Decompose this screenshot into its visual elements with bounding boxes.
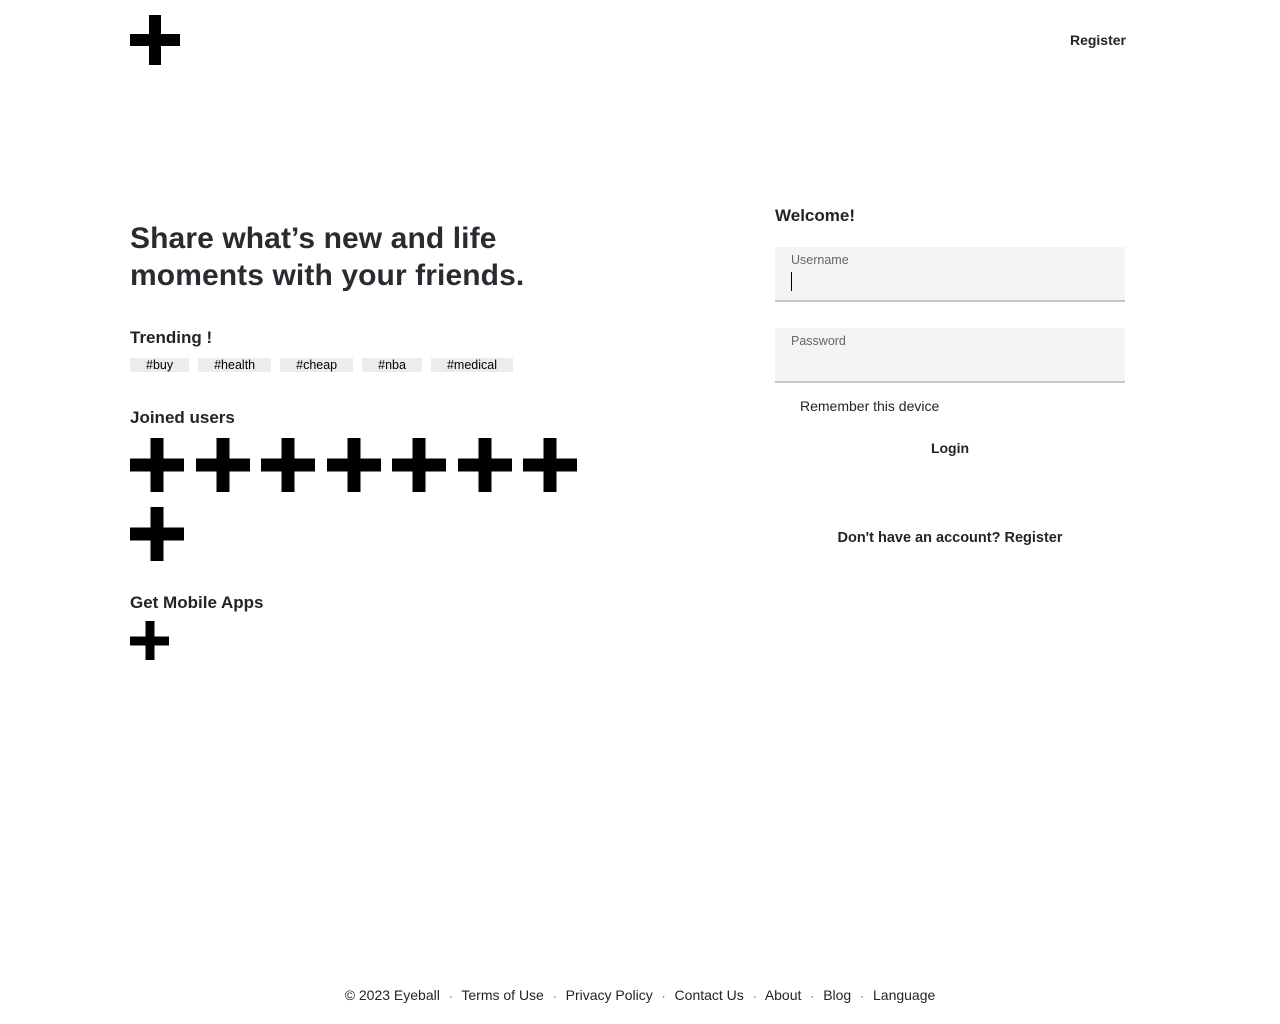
- plus-icon: [261, 438, 315, 492]
- footer-language-link[interactable]: Language: [873, 987, 935, 1003]
- header-register-link[interactable]: Register: [1070, 32, 1126, 48]
- plus-icon: [458, 438, 512, 492]
- password-field[interactable]: Password: [775, 328, 1125, 383]
- trending-title: Trending !: [130, 328, 213, 347]
- footer: © 2023 Eyeball · Terms of Use · Privacy …: [0, 987, 1280, 1003]
- footer-separator: ·: [448, 989, 453, 1003]
- hero-headline: Share what’s new and life moments with y…: [130, 222, 525, 292]
- footer-copyright: © 2023 Eyeball: [344, 987, 440, 1003]
- footer-contact-link[interactable]: Contact Us: [675, 987, 744, 1003]
- password-label: Password: [791, 334, 846, 348]
- mobile-apps-title: Get Mobile Apps: [130, 593, 264, 612]
- welcome-heading: Welcome!: [775, 206, 855, 225]
- plus-icon: [523, 438, 577, 492]
- user-avatar-link[interactable]: [523, 438, 577, 497]
- footer-separator: ·: [810, 989, 815, 1003]
- plus-icon: [130, 15, 180, 65]
- user-avatar-link[interactable]: [392, 438, 446, 497]
- joined-users-title: Joined users: [130, 408, 235, 427]
- user-avatar-link[interactable]: [458, 438, 512, 497]
- plus-icon: [392, 438, 446, 492]
- site-logo-link[interactable]: [130, 15, 180, 70]
- user-avatar-link[interactable]: [261, 438, 315, 497]
- login-button[interactable]: Login: [775, 437, 1125, 459]
- user-avatar-link[interactable]: [196, 438, 250, 497]
- user-avatar-link[interactable]: [130, 507, 184, 566]
- plus-icon: [196, 438, 250, 492]
- footer-separator: ·: [860, 989, 865, 1003]
- tag-buy[interactable]: #buy: [130, 358, 190, 372]
- footer-separator: ·: [752, 989, 757, 1003]
- plus-icon: [130, 507, 184, 561]
- plus-icon: [130, 438, 184, 492]
- plus-icon: [130, 621, 169, 660]
- register-link[interactable]: Don't have an account? Register: [775, 530, 1125, 546]
- user-avatar-link[interactable]: [130, 438, 184, 497]
- trending-tags: #buy #health #cheap #nba #medical: [130, 358, 513, 372]
- footer-separator: ·: [552, 989, 557, 1003]
- username-field[interactable]: Username: [775, 247, 1125, 302]
- user-avatar-link[interactable]: [327, 438, 381, 497]
- remember-device-checkbox[interactable]: Remember this device: [800, 398, 939, 414]
- tag-health[interactable]: #health: [198, 358, 272, 372]
- tag-medical[interactable]: #medical: [430, 358, 513, 372]
- tag-nba[interactable]: #nba: [362, 358, 422, 372]
- password-input[interactable]: [791, 352, 1109, 374]
- footer-privacy-link[interactable]: Privacy Policy: [566, 987, 653, 1003]
- footer-separator: ·: [661, 989, 666, 1003]
- joined-users-list: [130, 438, 590, 566]
- mobile-app-link[interactable]: [130, 621, 169, 665]
- username-input[interactable]: [791, 271, 1109, 293]
- plus-icon: [327, 438, 381, 492]
- username-label: Username: [791, 253, 849, 267]
- login-page: Register Share what’s new and life momen…: [0, 0, 1280, 1024]
- footer-blog-link[interactable]: Blog: [823, 987, 851, 1003]
- footer-terms-link[interactable]: Terms of Use: [461, 987, 543, 1003]
- tag-cheap[interactable]: #cheap: [280, 358, 354, 372]
- footer-about-link[interactable]: About: [765, 987, 802, 1003]
- text-caret: [791, 272, 792, 291]
